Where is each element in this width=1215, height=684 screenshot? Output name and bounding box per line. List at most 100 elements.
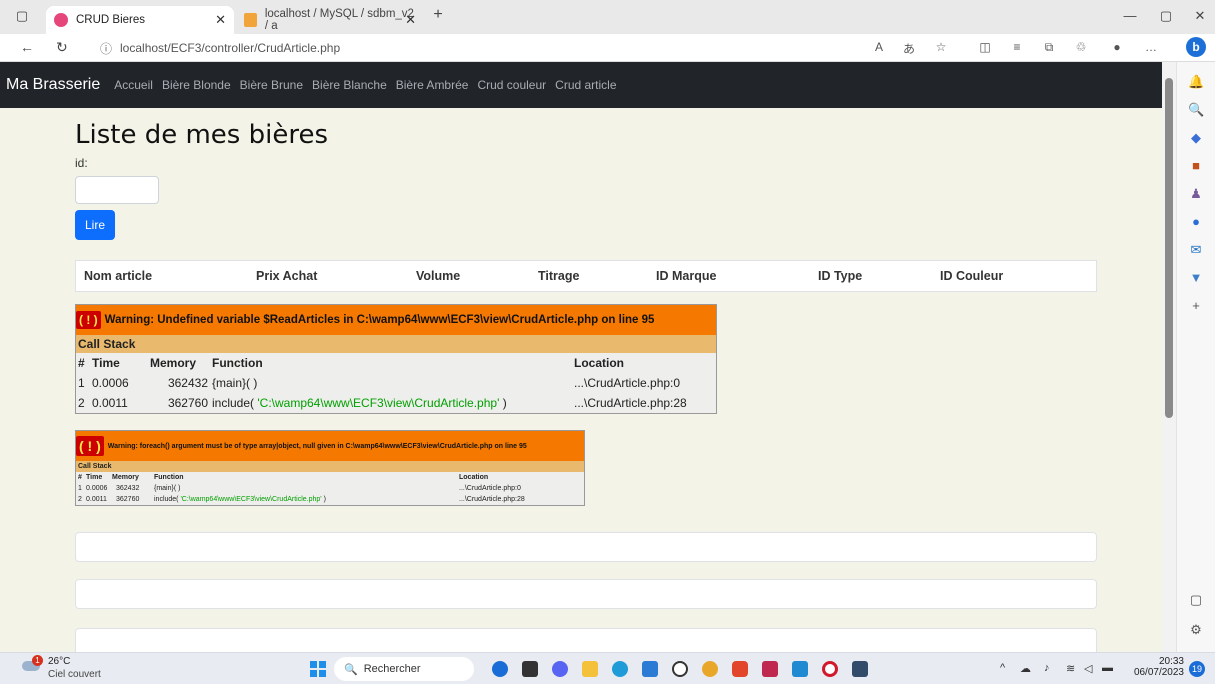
row-memory: 362432 — [116, 485, 140, 492]
new-tab-button[interactable]: + — [428, 6, 448, 24]
toolbox-icon[interactable]: ■ — [1188, 158, 1204, 174]
tab-crud-bieres[interactable]: CRUD Bieres ✕ — [46, 6, 234, 34]
maximize-icon[interactable]: ▢ — [1156, 8, 1176, 24]
id-input[interactable] — [75, 176, 159, 204]
nav-link-biere-brune[interactable]: Bière Brune — [240, 78, 303, 92]
header-location: Location — [459, 474, 489, 481]
outlook-icon[interactable]: ✉ — [1188, 242, 1204, 258]
volume-icon[interactable]: ◁ — [1084, 662, 1092, 675]
col-nom-article: Nom article — [84, 269, 153, 283]
page-title: Liste de mes bières — [75, 120, 328, 150]
nav-link-biere-blonde[interactable]: Bière Blonde — [162, 78, 231, 92]
tab-actions-icon[interactable]: ▢ — [12, 8, 32, 24]
drop-icon[interactable]: ▼ — [1188, 270, 1204, 286]
search-label: Rechercher — [363, 663, 421, 675]
lire-button[interactable]: Lire — [75, 210, 115, 240]
collections-icon[interactable]: ⧉ — [1040, 40, 1058, 55]
nav-link-biere-blanche[interactable]: Bière Blanche — [312, 78, 387, 92]
warning-message: Warning: Undefined variable $ReadArticle… — [104, 314, 655, 326]
row-location: ...\CrudArticle.php:0 — [459, 485, 521, 492]
add-icon[interactable]: + — [1188, 298, 1204, 314]
url-text: localhost/ECF3/controller/CrudArticle.ph… — [120, 41, 341, 55]
row-time: 0.0006 — [86, 485, 108, 492]
opera-icon[interactable] — [822, 661, 838, 677]
onedrive-icon[interactable]: ☁ — [1020, 662, 1031, 675]
row-location: ...\CrudArticle.php:0 — [574, 376, 681, 390]
settings-gear-icon[interactable]: ⚙ — [1188, 622, 1204, 638]
copilot-icon[interactable]: b — [1186, 37, 1206, 57]
function-path: 'C:\wamp64\www\ECF3\view\CrudArticle.php… — [257, 396, 500, 410]
scrollbar-thumb[interactable] — [1165, 78, 1173, 418]
close-tab-icon[interactable]: ✕ — [405, 12, 416, 28]
row-time: 0.0011 — [92, 396, 128, 410]
row-function: include( 'C:\wamp64\www\ECF3\view\CrudAr… — [212, 396, 574, 410]
weather-icon[interactable]: 1 — [22, 655, 43, 675]
games-icon[interactable]: ♟ — [1188, 186, 1204, 202]
file-explorer-icon[interactable] — [582, 661, 598, 677]
clock[interactable]: 20:33 06/07/2023 — [1132, 656, 1184, 678]
header-time: Time — [86, 474, 103, 481]
dell-icon[interactable] — [672, 661, 688, 677]
brave-icon[interactable] — [732, 661, 748, 677]
weather-temp: 26°C — [48, 656, 71, 667]
col-prix-achat: Prix Achat — [256, 269, 318, 283]
close-window-icon[interactable]: ✕ — [1190, 8, 1210, 24]
tray-chevron-icon[interactable]: ^ — [1000, 662, 1005, 674]
nav-link-biere-ambree[interactable]: Bière Ambrée — [396, 78, 469, 92]
read-aloud-icon[interactable]: A — [870, 40, 888, 54]
weather-badge: 1 — [32, 655, 43, 666]
tag-icon[interactable]: ◆ — [1188, 130, 1204, 146]
favorites-icon[interactable]: ≡ — [1008, 40, 1026, 54]
edge-icon[interactable] — [612, 661, 628, 677]
header-memory: Memory — [150, 356, 197, 370]
mic-icon[interactable]: ♪ — [1044, 662, 1050, 674]
xdebug-warning-foreach: ( ! ) Warning: foreach() argument must b… — [75, 430, 585, 506]
page-scrollbar[interactable] — [1162, 62, 1176, 652]
col-volume: Volume — [416, 269, 461, 283]
task-view-icon[interactable] — [522, 661, 538, 677]
row-number: 2 — [78, 396, 85, 410]
app-icon[interactable] — [852, 661, 868, 677]
favorite-star-icon[interactable]: ☆ — [932, 40, 950, 54]
row-memory: 362760 — [167, 396, 208, 410]
split-screen-icon[interactable]: ◫ — [976, 40, 994, 54]
call-stack-label: Call Stack — [76, 461, 584, 472]
row-location: ...\CrudArticle.php:28 — [574, 396, 687, 410]
translate-icon[interactable]: あ — [900, 40, 918, 57]
warning-icon: ( ! ) — [76, 311, 101, 329]
teams-chat-icon[interactable] — [552, 661, 568, 677]
notification-badge[interactable]: 19 — [1189, 661, 1205, 677]
taskbar-search[interactable]: 🔍 Rechercher — [334, 657, 474, 681]
nav-link-crud-article[interactable]: Crud article — [555, 78, 616, 92]
refresh-icon[interactable]: ↻ — [56, 39, 68, 56]
bing-icon[interactable] — [492, 661, 508, 677]
chrome-icon[interactable] — [702, 661, 718, 677]
close-tab-icon[interactable]: ✕ — [215, 12, 226, 28]
store-icon[interactable] — [642, 661, 658, 677]
tab-favicon-icon — [54, 13, 68, 27]
back-icon[interactable]: ← — [20, 39, 34, 55]
row-memory: 362432 — [167, 376, 208, 390]
profile-icon[interactable]: ● — [1108, 40, 1126, 54]
mcafee-icon[interactable] — [762, 661, 778, 677]
brand-link[interactable]: Ma Brasserie — [6, 76, 100, 94]
vscode-icon[interactable] — [792, 661, 808, 677]
call-stack-header-row: # Time Memory Function Location — [76, 353, 716, 373]
info-icon: ⓘ — [100, 41, 113, 56]
function-name: include( — [154, 496, 179, 503]
more-icon[interactable]: … — [1142, 40, 1160, 54]
search-icon[interactable]: 🔍 — [1188, 102, 1204, 118]
battery-icon[interactable]: ▬ — [1102, 662, 1113, 674]
minimize-icon[interactable]: — — [1120, 8, 1140, 23]
office-icon[interactable]: ● — [1188, 214, 1204, 230]
extensions-icon[interactable]: ♲ — [1072, 40, 1090, 54]
url-bar[interactable]: ⓘ localhost/ECF3/controller/CrudArticle.… — [92, 37, 872, 59]
bell-icon[interactable]: 🔔 — [1188, 74, 1204, 90]
wifi-icon[interactable]: ≋ — [1066, 662, 1075, 675]
tab-phpmyadmin[interactable]: localhost / MySQL / sdbm_v2 / a ✕ — [236, 6, 424, 34]
nav-link-accueil[interactable]: Accueil — [114, 78, 153, 92]
windows-start-icon[interactable] — [310, 661, 326, 677]
nav-link-crud-couleur[interactable]: Crud couleur — [477, 78, 546, 92]
sidebar-layout-icon[interactable]: ▢ — [1188, 592, 1204, 608]
page-viewport: Ma Brasserie Accueil Bière Blonde Bière … — [0, 62, 1162, 652]
